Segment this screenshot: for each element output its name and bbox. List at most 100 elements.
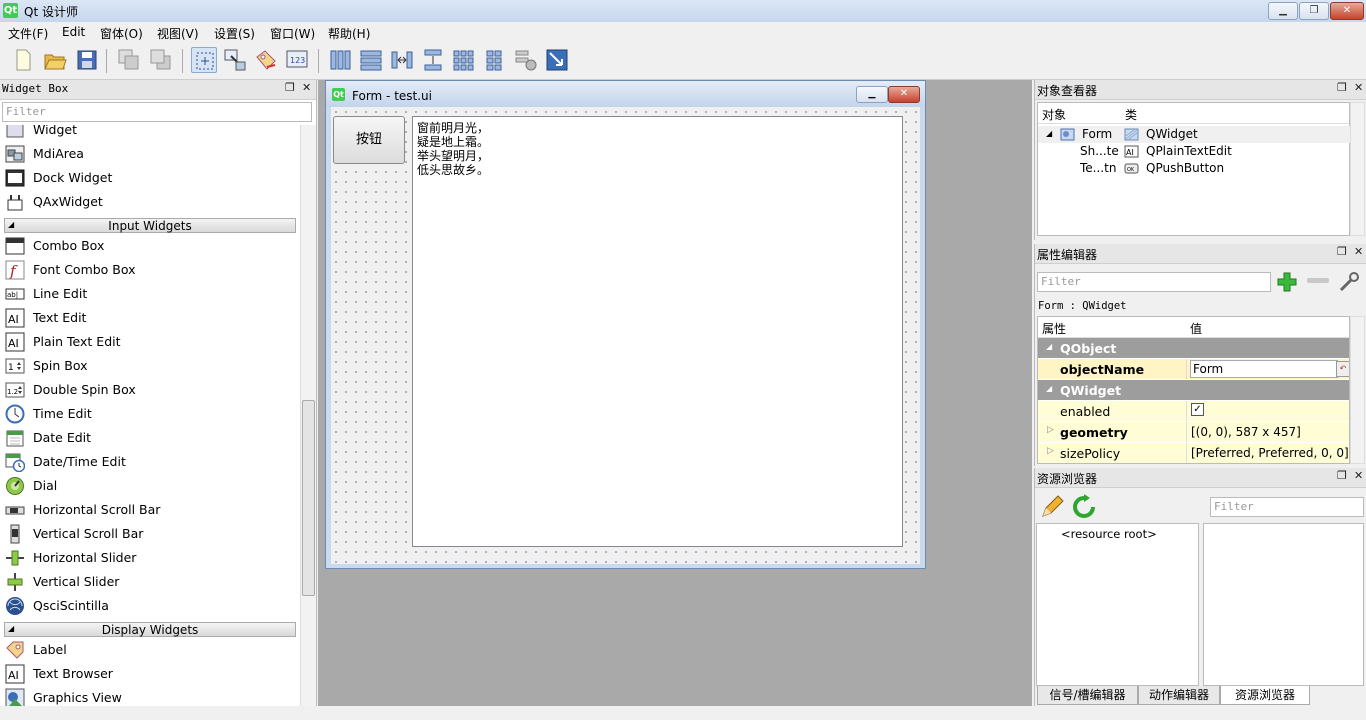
widget-list-item[interactable]: Time Edit [0,402,300,426]
widget-list-item[interactable]: Combo Box [0,234,300,258]
edit-buddies-icon[interactable] [253,47,279,73]
tab-signal-slot-editor[interactable]: 信号/槽编辑器 [1037,686,1138,705]
widget-list-item[interactable]: Vertical Scroll Bar [0,522,300,546]
widget-list-item[interactable]: Date/Time Edit [0,450,300,474]
category-header[interactable]: ◢ Input Widgets [4,218,296,233]
tab-action-editor[interactable]: 动作编辑器 [1138,686,1220,705]
layout-vertical-icon[interactable] [358,47,384,73]
float-icon[interactable]: ❐ [1337,81,1347,94]
enabled-checkbox[interactable]: ✓ [1191,403,1204,416]
expand-arrow-icon[interactable]: ◢ [1046,129,1052,138]
property-group-row[interactable]: ◢ QObject [1038,338,1349,359]
resource-filter[interactable]: Filter [1210,497,1364,517]
maximize-button[interactable]: ❐ [1299,2,1329,20]
expand-arrow-icon[interactable]: ▷ [1047,446,1054,456]
widget-list-item[interactable]: Graphics View [0,686,300,706]
scrollbar-thumb[interactable] [302,400,315,596]
edit-widgets-icon[interactable] [191,47,217,73]
col-object[interactable]: 对象 [1042,106,1066,123]
object-inspector-scrollbar[interactable] [1350,102,1365,236]
menu-form[interactable]: 窗体(O) [100,25,143,42]
push-button[interactable]: 按钮 [333,116,405,164]
property-row[interactable]: ▷ geometry [(0, 0), 587 x 457] [1038,422,1349,443]
new-file-icon[interactable] [10,47,36,73]
float-icon[interactable]: ❐ [1337,469,1347,482]
wrench-icon[interactable] [1337,270,1361,294]
form-close-button[interactable]: ✕ [888,86,920,103]
close-icon[interactable]: ✕ [1354,469,1363,482]
form-title-bar[interactable]: Qt Form - test.ui ▁ ✕ [326,81,925,107]
widget-list-item[interactable]: Date Edit [0,426,300,450]
widget-list-item[interactable]: Vertical Slider [0,570,300,594]
menu-settings[interactable]: 设置(S) [214,25,255,42]
layout-hsplitter-icon[interactable] [389,47,415,73]
remove-property-icon[interactable] [1307,278,1329,283]
layout-form-icon[interactable] [482,47,508,73]
widget-list-item[interactable]: 1 Spin Box [0,354,300,378]
widget-list-item[interactable]: Widget [0,125,300,142]
widget-list-item[interactable]: QsciScintilla [0,594,300,618]
widget-box-scrollbar[interactable] [300,125,316,706]
collapse-arrow-icon[interactable]: ◢ [1046,384,1052,393]
form-canvas[interactable]: 按钮 窗前明月光， 疑是地上霜。 举头望明月， 低头思故乡。 [331,107,920,564]
category-header[interactable]: ◢ Display Widgets [4,622,296,637]
widget-list-item[interactable]: ab| Line Edit [0,282,300,306]
adjust-size-icon[interactable] [544,47,570,73]
tab-resource-browser[interactable]: 资源浏览器 [1220,686,1310,705]
property-editor-scrollbar[interactable] [1350,316,1365,464]
widget-list-item[interactable]: 1.2 Double Spin Box [0,378,300,402]
minimize-button[interactable]: ▁ [1268,2,1298,20]
col-property[interactable]: 属性 [1042,320,1066,337]
close-icon[interactable]: ✕ [1354,245,1363,258]
add-dynamic-property-icon[interactable] [1275,270,1299,294]
float-icon[interactable]: ❐ [285,81,295,94]
widget-list-item[interactable]: MdiArea [0,142,300,166]
property-row[interactable]: objectName Form ↶ [1038,359,1349,380]
close-icon[interactable]: ✕ [1354,81,1363,94]
widget-list-item[interactable]: QAxWidget [0,190,300,214]
close-button[interactable]: ✕ [1330,2,1364,20]
property-group-row[interactable]: ◢ QWidget [1038,380,1349,401]
reload-icon[interactable] [1071,494,1097,520]
open-folder-icon[interactable] [42,47,68,73]
layout-horizontal-icon[interactable] [328,47,354,73]
form-minimize-button[interactable]: ▁ [856,86,888,103]
reset-icon[interactable]: ↶ [1336,361,1349,377]
plain-text-edit[interactable]: 窗前明月光， 疑是地上霜。 举头望明月， 低头思故乡。 [412,116,903,547]
edit-signals-icon[interactable] [222,47,248,73]
widget-list-item[interactable]: Horizontal Scroll Bar [0,498,300,522]
pencil-icon[interactable] [1039,494,1065,520]
tree-row[interactable]: Sh...te AI QPlainTextEdit [1038,143,1350,160]
widget-list-item[interactable]: AI Plain Text Edit [0,330,300,354]
collapse-arrow-icon[interactable]: ◢ [1046,342,1052,351]
widget-list-item[interactable]: Dock Widget [0,166,300,190]
bring-forward-icon[interactable] [116,47,142,73]
widget-list-item[interactable]: Horizontal Slider [0,546,300,570]
edit-tab-order-icon[interactable]: 123 [284,47,310,73]
property-row[interactable]: enabled ✓ [1038,401,1349,422]
object-name-input[interactable]: Form [1190,360,1338,378]
layout-vsplitter-icon[interactable] [420,47,446,73]
col-class[interactable]: 类 [1125,106,1137,123]
menu-edit[interactable]: Edit [62,25,85,39]
menu-help[interactable]: 帮助(H) [328,25,370,42]
menu-file[interactable]: 文件(F) [8,25,48,42]
menu-view[interactable]: 视图(V) [157,25,199,42]
resource-root-item[interactable]: <resource root> [1061,527,1157,541]
menu-window[interactable]: 窗口(W) [270,25,315,42]
widget-list-item[interactable]: AI Text Edit [0,306,300,330]
widget-list-item[interactable]: f Font Combo Box [0,258,300,282]
break-layout-icon[interactable] [513,47,539,73]
tree-row[interactable]: Te...tn OK QPushButton [1038,160,1350,177]
col-value[interactable]: 值 [1190,320,1202,337]
close-icon[interactable]: ✕ [302,81,311,94]
layout-grid-icon[interactable] [451,47,477,73]
widget-box-filter[interactable]: Filter [2,102,312,122]
send-backward-icon[interactable] [148,47,174,73]
float-icon[interactable]: ❐ [1337,245,1347,258]
property-row[interactable]: ▷ sizePolicy [Preferred, Preferred, 0, 0] [1038,443,1349,463]
tree-row[interactable]: ◢ Form QWidget [1038,126,1350,143]
property-filter[interactable]: Filter [1037,272,1271,292]
save-icon[interactable] [74,47,100,73]
widget-list-item[interactable]: Label [0,638,300,662]
